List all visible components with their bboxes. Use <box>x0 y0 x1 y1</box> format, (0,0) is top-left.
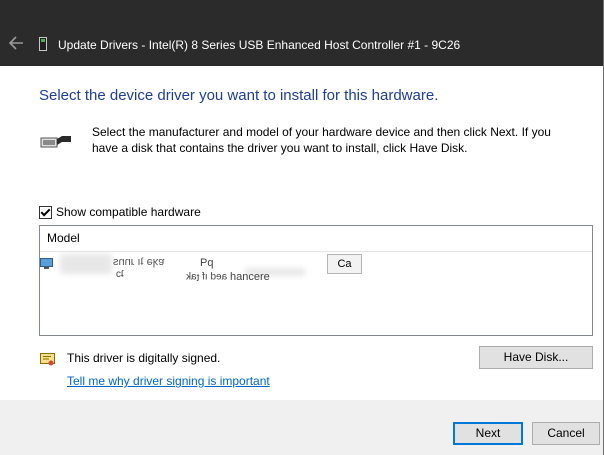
checkbox-checked[interactable] <box>39 205 52 219</box>
overlay-cancel-fragment: Ca <box>327 254 362 274</box>
show-compatible-label: Show compatible hardware <box>56 205 201 219</box>
show-compatible-checkbox[interactable]: Show compatible hardware <box>39 205 201 219</box>
cancel-button[interactable]: Cancel <box>532 422 600 445</box>
glitch-blur <box>60 254 112 274</box>
usb-connector-icon <box>40 136 71 148</box>
glitch-fragment: ɐʞǝ ʇı ɹnns <box>113 256 165 268</box>
device-icon <box>39 37 47 51</box>
certificate-icon <box>40 353 55 366</box>
next-button[interactable]: Next <box>453 422 523 445</box>
model-listbox[interactable]: Model ɐʞǝ ʇı ɹnns Pq ʇɔ ʞɐʇ ɟı pǝɐ hance… <box>39 225 593 336</box>
driver-signing-link[interactable]: Tell me why driver signing is important <box>67 374 270 388</box>
glitch-fragment: hancere <box>230 271 270 283</box>
signed-status-text: This driver is digitally signed. <box>67 351 221 365</box>
model-column-header[interactable]: Model <box>40 226 592 252</box>
model-list-item[interactable]: ɐʞǝ ʇı ɹnns Pq ʇɔ ʞɐʇ ɟı pǝɐ hancere Ca <box>40 254 370 283</box>
have-disk-button[interactable]: Have Disk... <box>479 346 593 369</box>
back-arrow-icon[interactable] <box>8 36 24 50</box>
glitch-fragment: ʞɐʇ ɟı pǝɐ <box>186 271 228 282</box>
window-title: Update Drivers - Intel(R) 8 Series USB E… <box>58 38 461 52</box>
glitch-fragment: ʇɔ <box>116 269 124 280</box>
title-bar: Update Drivers - Intel(R) 8 Series USB E… <box>0 0 604 66</box>
page-heading: Select the device driver you want to ins… <box>39 87 439 104</box>
glitch-fragment: Pq <box>200 257 214 269</box>
monitor-icon <box>40 258 53 269</box>
instructions-text: Select the manufacturer and model of you… <box>92 125 551 155</box>
